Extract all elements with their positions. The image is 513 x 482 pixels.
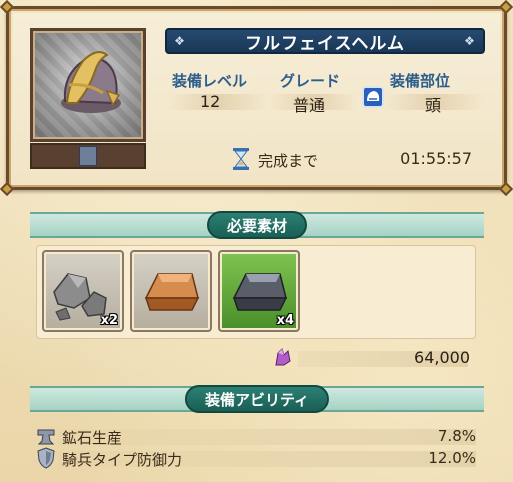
ability-value: 12.0% bbox=[428, 449, 476, 467]
material-qty: x4 bbox=[276, 313, 294, 328]
ability-row: 騎兵タイプ防御力 12.0% bbox=[36, 447, 476, 469]
helmet-part-icon bbox=[362, 86, 384, 108]
item-icon-frame bbox=[30, 28, 146, 142]
item-name: フルフェイスヘルム bbox=[245, 33, 405, 54]
banner-ornament-icon: ❖ bbox=[464, 34, 476, 48]
crafting-cost: 64,000 bbox=[272, 345, 476, 371]
grade-label: グレード bbox=[280, 72, 341, 90]
grade-value: 普通 bbox=[293, 96, 326, 115]
helmet-icon bbox=[61, 51, 121, 113]
equip-level-label: 装備レベル bbox=[172, 72, 248, 90]
ability-value: 7.8% bbox=[437, 427, 476, 445]
materials-title: 必要素材 bbox=[206, 211, 308, 239]
shield-icon bbox=[37, 447, 55, 469]
ability-name: 騎兵タイプ防御力 bbox=[62, 451, 183, 469]
crystal-icon bbox=[275, 348, 291, 366]
equip-level-value: 12 bbox=[200, 92, 221, 111]
material-slot-iron[interactable]: x4 bbox=[218, 250, 300, 332]
abilities-title: 装備アビリティ bbox=[184, 385, 330, 413]
material-qty: x2 bbox=[100, 313, 118, 328]
banner-ornament-icon: ❖ bbox=[174, 34, 186, 48]
anvil-icon bbox=[37, 429, 55, 445]
gem-slot[interactable] bbox=[79, 146, 97, 166]
ability-name: 鉱石生産 bbox=[62, 429, 123, 447]
item-slot-bar bbox=[30, 143, 146, 169]
material-slot-copper[interactable] bbox=[130, 250, 212, 332]
copper-ingot-icon bbox=[144, 273, 200, 311]
timer-value: 01:55:57 bbox=[400, 149, 472, 168]
completion-timer: 完成まで 01:55:57 bbox=[232, 146, 482, 172]
material-slot-ore[interactable]: x2 bbox=[42, 250, 124, 332]
materials-section-bar: 必要素材 bbox=[30, 211, 484, 239]
cost-value: 64,000 bbox=[414, 348, 470, 367]
abilities-section-bar: 装備アビリティ bbox=[30, 385, 484, 413]
hourglass-icon bbox=[233, 148, 249, 170]
equip-part-value: 頭 bbox=[425, 96, 442, 115]
timer-label: 完成まで bbox=[258, 152, 319, 170]
equip-part-label: 装備部位 bbox=[390, 72, 451, 90]
item-name-banner: ❖ フルフェイスヘルム ❖ bbox=[165, 28, 485, 54]
ability-row: 鉱石生産 7.8% bbox=[36, 425, 476, 447]
